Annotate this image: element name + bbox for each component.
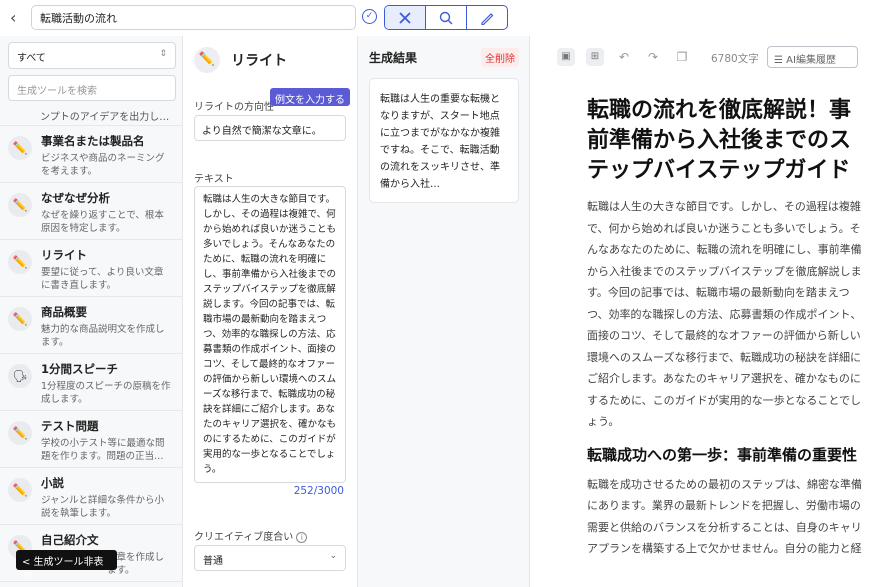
tool-name: テスト問題 [41,419,99,433]
pencil-icon: ✏️ [8,421,32,445]
tool-name: 小説 [41,476,64,490]
creativity-select[interactable]: 普通 ⌄ [194,545,346,571]
undo-icon[interactable]: ↶ [615,48,633,66]
pencil-icon: ✏️ [8,478,32,502]
list-item[interactable]: ✏️ テスト問題 学校の小テスト等に最適な問題を作ります。問題の正当… [0,411,182,468]
editor-toolbar: ▣ ⊞ ↶ ↷ ❐ [557,45,702,69]
results-panel: 生成結果 全削除 転職は人生の重要な転機となりますが、スタート地点に立つまでがな… [358,36,530,587]
redo-icon[interactable]: ↷ [644,48,662,66]
tool-toggle-group [384,5,508,30]
pencil-icon: ✏️ [8,307,32,331]
tool-sidebar: すべて ⇕ 生成ツールを検索 ンプトのアイデアを出力し… ✏️ 事業名または製品… [0,36,183,587]
chevron-down-icon: ⌄ [329,551,337,561]
ai-history-label: AI編集履歴 [786,55,836,66]
article-heading-1: 転職の流れを徹底解説！事前準備から入社後までのステップバイステップガイド [587,98,852,183]
direction-label: リライトの方向性 [194,102,274,113]
tool-form-panel: ✏️ リライト リライトの方向性 例文を入力する より自然で簡潔な文章に。 テキ… [183,36,358,587]
editor-panel: ▣ ⊞ ↶ ↷ ❐ 6780文字 ☰ AI編集履歴 転職の流れを徹底解説！事前準… [531,36,891,587]
direction-input[interactable]: より自然で簡潔な文章に。 [194,115,346,141]
tool-desc: なぜを繰り返すことで、根本原因を特定します。 [41,210,164,234]
char-counter: 252/3000 [293,485,344,497]
tool-name: 自己紹介文 [41,533,99,547]
article-body[interactable]: 転職の流れを徹底解説！事前準備から入社後までのステップバイステップガイド 転職は… [587,96,870,570]
tool-desc: 1分程度のスピーチの原稿を作成します。 [41,381,171,405]
list-item-truncated: ンプトのアイデアを出力し… [0,106,182,126]
check-circle-icon[interactable]: ✓ [362,9,377,24]
tool-desc: ビジネスや商品のネーミングを考えます。 [41,153,165,177]
list-item[interactable]: ✏️ 商品概要 魅力的な商品説明文を作成します。 [0,297,182,354]
creativity-select-value: 普通 [203,556,223,567]
pencil-icon: ✏️ [8,136,32,160]
speaker-icon: 🗣 [8,364,32,388]
delete-all-button[interactable]: 全削除 [481,48,519,67]
tool-desc: 要望に従って、より良い文章に書き直します。 [41,267,164,291]
info-icon[interactable]: i [296,532,308,543]
search-icon[interactable] [426,6,467,29]
pencil-icon: ✏️ [194,47,220,73]
up-down-icon: ⇕ [159,49,167,59]
creativity-label-text: クリエイティブ度合い [194,532,294,543]
pencil-icon: ✏️ [8,193,32,217]
category-select[interactable]: すべて ⇕ [8,42,176,69]
list-item[interactable]: ✏️ リライト 要望に従って、より良い文章に書き直します。 [0,240,182,297]
category-select-value: すべて [17,53,46,64]
tools-icon[interactable] [385,6,426,29]
image-icon[interactable]: ▣ [557,48,575,66]
example-button[interactable]: 例文を入力する [270,88,350,106]
article-paragraph-1: 転職は人生の大きな節目です。しかし、その過程は複雑で、何から始めれば良いか迷うこ… [587,200,862,428]
list-icon: ☰ [774,55,783,66]
top-bar: ‹ 転職活動の流れ ✓ [0,0,891,36]
results-title: 生成結果 [369,51,418,65]
text-label: テキスト [194,174,234,185]
tool-desc: ジャンルと詳細な条件から小説を執筆します。 [41,495,165,519]
tool-name: なぜなぜ分析 [41,191,110,205]
tool-name: 商品概要 [41,305,87,319]
table-icon[interactable]: ⊞ [586,48,604,66]
list-item[interactable]: ✏️ なぜなぜ分析 なぜを繰り返すことで、根本原因を特定します。 [0,183,182,240]
tool-name: 事業名または製品名 [41,134,145,148]
ai-history-button[interactable]: ☰ AI編集履歴 [767,46,858,68]
tool-name: 1分間スピーチ [41,362,119,376]
article-heading-2: 転職成功への第一歩：事前準備の重要性 [587,445,858,464]
text-input[interactable]: 転職は人生の大きな節目です。しかし、その過程は複雑で、何から始めれば良いか迷うこ… [194,186,346,483]
tool-list: ンプトのアイデアを出力し… ✏️ 事業名または製品名 ビジネスや商品のネーミング… [0,106,182,587]
tool-header: ✏️ リライト [194,47,287,73]
tool-name: リライト [41,248,87,262]
tool-desc: 魅力的な商品説明文を作成します。 [41,324,165,348]
hide-tools-button[interactable]: < 生成ツール非表示 [16,550,117,583]
list-item[interactable]: 🗣 1分間スピーチ 1分程度のスピーチの原稿を作成します。 [0,354,182,411]
result-card[interactable]: 転職は人生の重要な転機となりますが、スタート地点に立つまでがなかなか複雑ですね。… [369,78,519,203]
tool-desc: 学校の小テスト等に最適な問題を作ります。問題の正当… [41,438,165,462]
pencil-icon: ✏️ [8,250,32,274]
document-title-input[interactable]: 転職活動の流れ [31,5,356,30]
creativity-label: クリエイティブ度合い i [194,528,308,543]
word-count: 6780文字 [711,53,759,65]
tool-search-input[interactable]: 生成ツールを検索 [8,75,176,101]
list-item[interactable]: ✏️ 事業名または製品名 ビジネスや商品のネーミングを考えます。 [0,126,182,183]
article-paragraph-2: 転職を成功させるための最初のステップは、綿密な準備にあります。業界の最新トレンド… [587,477,862,556]
tool-title: リライト [231,53,288,69]
copy-icon[interactable]: ❐ [673,48,691,66]
list-item[interactable]: ✏️ 小説 ジャンルと詳細な条件から小説を執筆します。 [0,468,182,525]
chevron-left-icon[interactable]: ‹ [10,8,16,27]
pen-icon[interactable] [467,6,507,29]
